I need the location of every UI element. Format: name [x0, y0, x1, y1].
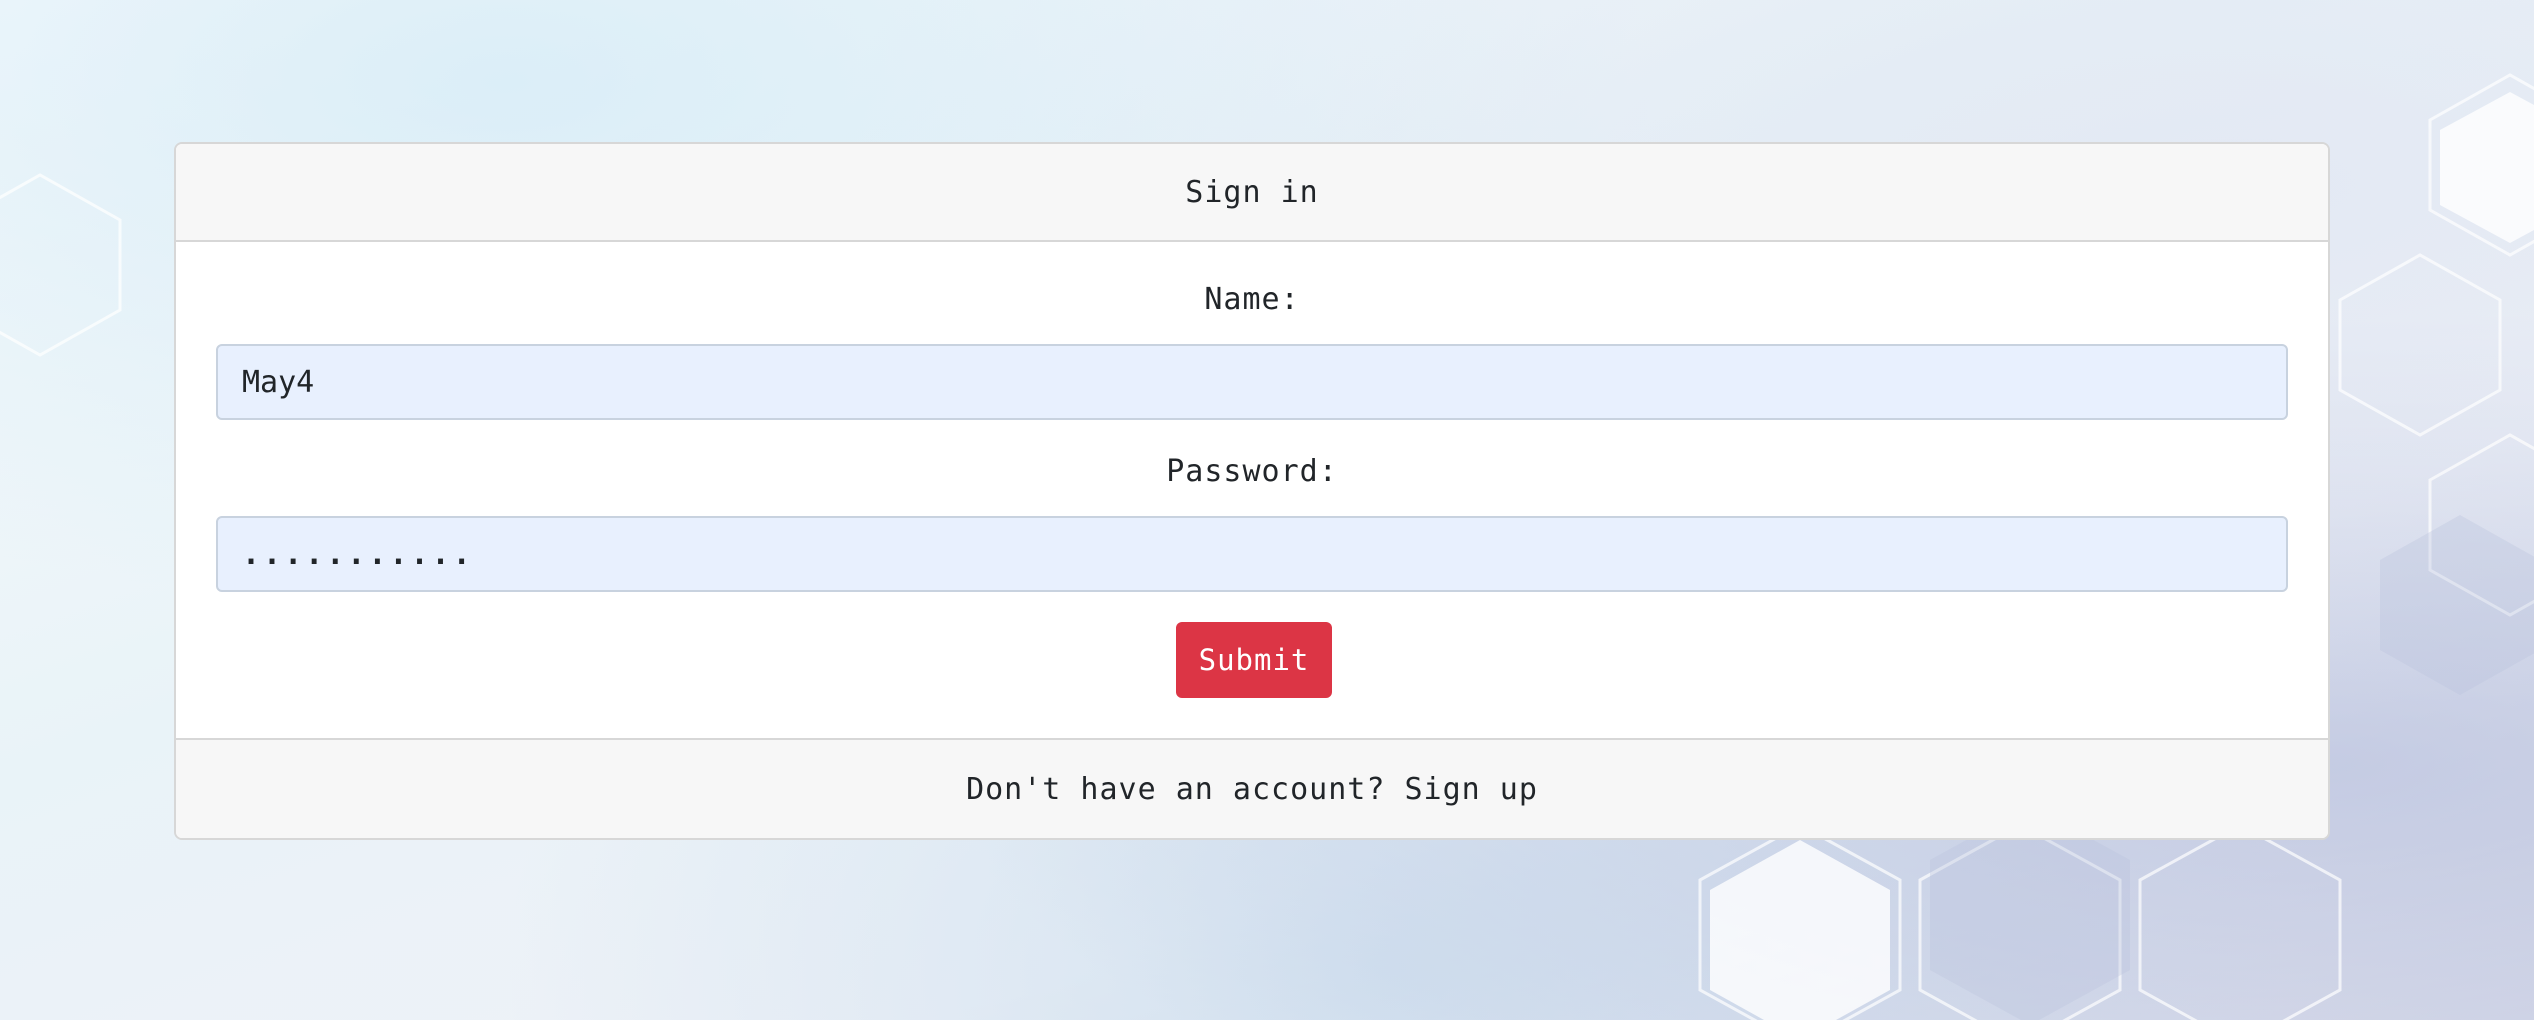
name-label: Name:: [1204, 282, 1300, 317]
sign-up-link[interactable]: Sign up: [1404, 772, 1537, 807]
sign-in-form: Name: May4 Password: ........... Submit: [176, 242, 2328, 740]
name-field[interactable]: May4: [216, 344, 2288, 420]
password-label: Password:: [1166, 454, 1338, 489]
footer-text: Don't have an account?: [966, 771, 1405, 807]
card-header: Sign in: [176, 144, 2328, 242]
password-field[interactable]: ...........: [216, 516, 2288, 592]
card-footer: Don't have an account? Sign up: [176, 738, 2328, 838]
sign-in-card: Sign in Name: May4 Password: ...........…: [174, 142, 2330, 840]
name-field-value: May4: [242, 364, 315, 400]
submit-button[interactable]: Submit: [1176, 622, 1332, 698]
sign-in-title: Sign in: [1185, 174, 1319, 210]
password-field-value: ...........: [242, 536, 474, 572]
